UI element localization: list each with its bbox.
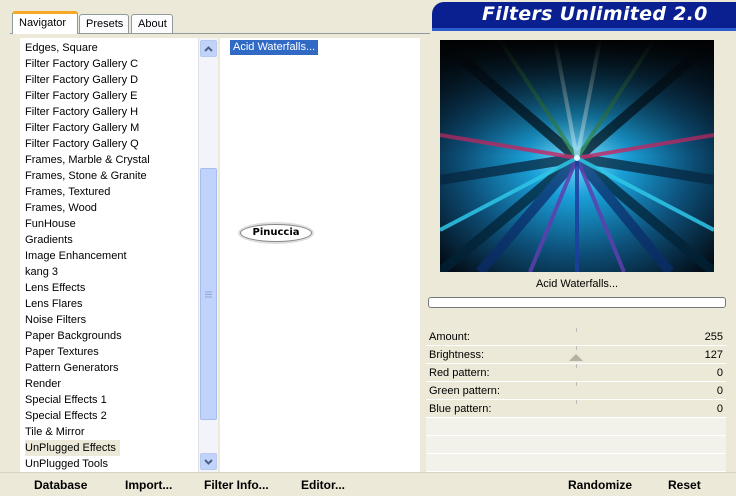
parameter-label: Blue pattern:	[429, 403, 492, 415]
category-item[interactable]: kang 3	[25, 264, 58, 280]
progress-bar	[428, 297, 726, 308]
category-item[interactable]: Render	[25, 376, 61, 392]
category-item[interactable]: Filter Factory Gallery M	[25, 120, 139, 136]
parameter-value: 0	[716, 385, 723, 397]
parameter-row[interactable]: Amount: 255	[426, 328, 726, 346]
preview-image	[440, 40, 714, 272]
slider-tick	[576, 364, 577, 368]
category-item[interactable]: Tile & Mirror	[25, 424, 84, 440]
app-title: Filters Unlimited 2.0	[432, 2, 736, 28]
category-item[interactable]: Filter Factory Gallery D	[25, 72, 138, 88]
import-button[interactable]: Import...	[125, 478, 172, 492]
category-item[interactable]: Lens Flares	[25, 296, 82, 312]
empty-parameter-row	[426, 418, 726, 436]
category-item[interactable]: Frames, Stone & Granite	[25, 168, 147, 184]
scroll-thumb[interactable]	[200, 168, 217, 420]
filter-info-button[interactable]: Filter Info...	[204, 478, 269, 492]
category-item[interactable]: Pattern Generators	[25, 360, 119, 376]
category-item[interactable]: Special Effects 2	[25, 408, 107, 424]
filter-list[interactable]: Acid Waterfalls... Pinuccia	[220, 38, 420, 472]
editor-button[interactable]: Editor...	[301, 478, 345, 492]
watermark-logo: Pinuccia	[240, 224, 312, 242]
category-list[interactable]: Edges, Square Filter Factory Gallery C Fil…	[20, 38, 218, 472]
parameter-row[interactable]: Blue pattern: 0	[426, 400, 726, 418]
category-item[interactable]: Paper Backgrounds	[25, 328, 122, 344]
category-item[interactable]: Frames, Wood	[25, 200, 97, 216]
slider-tick	[576, 328, 577, 332]
slider-tick	[576, 346, 577, 350]
category-item[interactable]: Edges, Square	[25, 40, 98, 56]
scroll-up-button[interactable]	[200, 40, 217, 57]
category-item[interactable]: Gradients	[25, 232, 73, 248]
chevron-up-icon	[204, 45, 213, 52]
chevron-down-icon	[204, 458, 213, 465]
randomize-button[interactable]: Randomize	[568, 478, 632, 492]
category-item[interactable]: Filter Factory Gallery Q	[25, 136, 139, 152]
category-item[interactable]: UnPlugged Effects	[25, 440, 120, 456]
parameter-value: 127	[704, 349, 723, 361]
preview-filter-name: Acid Waterfalls...	[535, 278, 619, 290]
database-button[interactable]: Database	[34, 478, 87, 492]
category-item[interactable]: Special Effects 1	[25, 392, 107, 408]
tab-presets[interactable]: Presets	[79, 14, 129, 33]
slider-tick	[576, 382, 577, 386]
parameter-row[interactable]: Red pattern: 0	[426, 364, 726, 382]
category-item[interactable]: UnPlugged Tools	[25, 456, 108, 472]
acid-waterfalls-preview	[440, 40, 714, 272]
category-item[interactable]: Filter Factory Gallery H	[25, 104, 138, 120]
parameter-value: 255	[704, 331, 723, 343]
tab-about[interactable]: About	[131, 14, 173, 33]
slider-pointer[interactable]	[569, 354, 583, 361]
parameter-label: Red pattern:	[429, 367, 490, 379]
parameter-label: Green pattern:	[429, 385, 500, 397]
category-scrollbar[interactable]	[198, 38, 218, 472]
slider-tick	[576, 400, 577, 404]
scroll-down-button[interactable]	[200, 453, 217, 470]
parameter-label: Amount:	[429, 331, 470, 343]
category-item[interactable]: Frames, Marble & Crystal	[25, 152, 150, 168]
category-item[interactable]: FunHouse	[25, 216, 76, 232]
reset-button[interactable]: Reset	[668, 478, 701, 492]
category-item[interactable]: Frames, Textured	[25, 184, 110, 200]
grip-icon	[205, 291, 212, 297]
category-item[interactable]: Lens Effects	[25, 280, 85, 296]
parameter-panel: Amount: 255 Brightness: 127 Red pattern: 0 Gre…	[426, 328, 726, 472]
tab-navigator[interactable]: Navigator	[12, 11, 78, 34]
category-item[interactable]: Paper Textures	[25, 344, 99, 360]
filter-item-acid-waterfalls[interactable]: Acid Waterfalls...	[230, 40, 319, 55]
category-item[interactable]: Filter Factory Gallery C	[25, 56, 138, 72]
parameter-label: Brightness:	[429, 349, 485, 361]
category-item[interactable]: Noise Filters	[25, 312, 86, 328]
category-item[interactable]: Image Enhancement	[25, 248, 127, 264]
title-underline	[432, 28, 736, 31]
parameter-row[interactable]: Green pattern: 0	[426, 382, 726, 400]
parameter-value: 0	[716, 403, 723, 415]
bottom-divider	[0, 472, 736, 473]
category-item[interactable]: Filter Factory Gallery E	[25, 88, 137, 104]
parameter-value: 0	[716, 367, 723, 379]
empty-parameter-row	[426, 436, 726, 454]
empty-parameter-row	[426, 454, 726, 472]
tab-strip: Navigator Presets About	[0, 0, 430, 34]
